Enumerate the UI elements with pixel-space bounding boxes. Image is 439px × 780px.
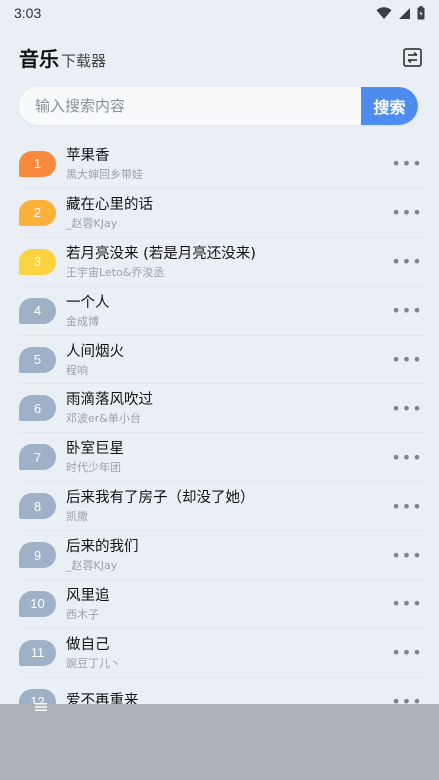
song-artist: 西木子 xyxy=(66,607,99,621)
song-row[interactable]: 5 人间烟火 程响 ••• xyxy=(19,336,423,385)
song-info: 做自己 豌豆丁儿丶 xyxy=(66,635,395,671)
swap-icon xyxy=(402,47,422,67)
more-dots-icon[interactable]: ••• xyxy=(391,447,421,467)
status-bar: 3:03 xyxy=(0,0,439,26)
song-artist: 凯撒 xyxy=(66,510,88,524)
song-row[interactable]: 3 若月亮没来 (若是月亮还没来) 王宇宙Leto&乔浚丞 ••• xyxy=(19,238,423,287)
battery-icon xyxy=(417,6,425,20)
app-title-main: 音乐 xyxy=(19,46,59,71)
song-info: 一个人 金成博 xyxy=(66,293,395,329)
more-dots-icon[interactable]: ••• xyxy=(391,252,421,272)
song-row[interactable]: 9 后来的我们 _赵蓉KJay ••• xyxy=(19,531,423,581)
song-row[interactable]: 4 一个人 金成博 ••• xyxy=(19,287,423,336)
song-artist: 黑大婶回乡带娃 xyxy=(66,167,143,181)
song-artist: _赵蓉KJay xyxy=(66,216,118,230)
song-title: 卧室巨星 xyxy=(66,441,124,458)
rank-badge: 3 xyxy=(19,248,56,275)
song-title: 一个人 xyxy=(66,294,110,311)
song-title: 苹果香 xyxy=(66,147,110,164)
song-row[interactable]: 6 雨滴落风吹过 邓波er&单小台 ••• xyxy=(19,384,423,434)
more-dots-icon[interactable]: ••• xyxy=(391,496,421,516)
bottom-sheet-overlay xyxy=(0,704,439,780)
song-artist: 邓波er&单小台 xyxy=(66,412,141,426)
status-time: 3:03 xyxy=(14,5,42,21)
search-bar: 搜索 xyxy=(19,87,418,125)
status-icons xyxy=(376,6,425,20)
song-info: 后来我有了房子（却没了她） 凯撒 xyxy=(66,488,395,524)
song-artist: 时代少年团 xyxy=(66,461,121,475)
song-title: 后来的我们 xyxy=(66,539,139,556)
song-row[interactable]: 11 做自己 豌豆丁儿丶 ••• xyxy=(19,629,423,678)
rank-badge: 5 xyxy=(19,346,56,373)
song-info: 苹果香黑大婶回乡带娃 xyxy=(66,146,395,182)
song-row[interactable]: 2 藏在心里的话 _赵蓉KJay ••• xyxy=(19,189,423,238)
song-row[interactable]: 1 苹果香 黑大婶回乡带娃 ••• xyxy=(19,140,423,189)
rank-badge: 6 xyxy=(19,395,56,422)
song-info: 雨滴落风吹过 邓波er&单小台 xyxy=(66,390,395,426)
rank-badge: 8 xyxy=(19,493,56,520)
song-info: 藏在心里的话 _赵蓉KJay xyxy=(66,195,395,231)
song-artist: _赵蓉KJay xyxy=(66,559,118,573)
more-dots-icon[interactable]: ••• xyxy=(391,594,421,614)
song-title: 若月亮没来 (若是月亮还没来) xyxy=(66,245,256,262)
song-row[interactable]: 10 风里追 西木子 ••• xyxy=(19,580,423,629)
song-title: 人间烟火 xyxy=(66,343,124,360)
signal-icon xyxy=(399,7,410,19)
song-info: 风里追 西木子 xyxy=(66,586,395,622)
more-dots-icon[interactable]: ••• xyxy=(391,203,421,223)
rank-badge: 11 xyxy=(19,639,56,666)
more-dots-icon[interactable]: ••• xyxy=(391,301,421,321)
song-artist: 豌豆丁儿丶 xyxy=(66,656,121,670)
rank-badge: 1 xyxy=(19,150,56,177)
more-dots-icon[interactable]: ••• xyxy=(391,154,421,174)
song-info: 卧室巨星 时代少年团 xyxy=(66,439,395,475)
song-row[interactable]: 8 后来我有了房子（却没了她） 凯撒 ••• xyxy=(19,482,423,532)
song-title: 雨滴落风吹过 xyxy=(66,392,153,409)
app-title-sub: 下载器 xyxy=(61,51,107,70)
rank-badge: 2 xyxy=(19,199,56,226)
song-artist: 金成博 xyxy=(66,314,99,328)
rank-badge: 4 xyxy=(19,297,56,324)
song-title: 风里追 xyxy=(66,587,110,604)
rank-badge: 7 xyxy=(19,444,56,471)
rank-badge: 9 xyxy=(19,542,56,569)
rank-badge: 10 xyxy=(19,590,56,617)
song-info: 若月亮没来 (若是月亮还没来) 王宇宙Leto&乔浚丞 xyxy=(66,244,395,280)
song-title: 后来我有了房子（却没了她） xyxy=(66,490,255,507)
wifi-icon xyxy=(376,6,392,19)
song-info: 人间烟火 程响 xyxy=(66,342,395,378)
song-info: 后来的我们 _赵蓉KJay xyxy=(66,537,395,573)
app-title: 音乐 下载器 xyxy=(19,43,106,72)
song-title: 藏在心里的话 xyxy=(66,196,153,213)
more-dots-icon[interactable]: ••• xyxy=(391,643,421,663)
song-list: 1 苹果香 黑大婶回乡带娃 ••• 2 藏在心里的话 _赵蓉KJay ••• 3 若月亮没来 (若… xyxy=(19,140,423,727)
app-header: 音乐 下载器 xyxy=(19,42,423,72)
more-dots-icon[interactable]: ••• xyxy=(391,545,421,565)
more-dots-icon[interactable]: ••• xyxy=(391,350,421,370)
song-row[interactable]: 7 卧室巨星 时代少年团 ••• xyxy=(19,433,423,483)
menu-icon xyxy=(28,700,54,714)
song-artist: 王宇宙Leto&乔浚丞 xyxy=(66,265,165,279)
song-artist: 程响 xyxy=(66,363,88,377)
swap-button[interactable] xyxy=(401,46,423,68)
search-button[interactable]: 搜索 xyxy=(361,87,418,125)
search-input[interactable] xyxy=(19,87,361,125)
more-dots-icon[interactable]: ••• xyxy=(391,398,421,418)
song-title: 做自己 xyxy=(66,636,110,653)
